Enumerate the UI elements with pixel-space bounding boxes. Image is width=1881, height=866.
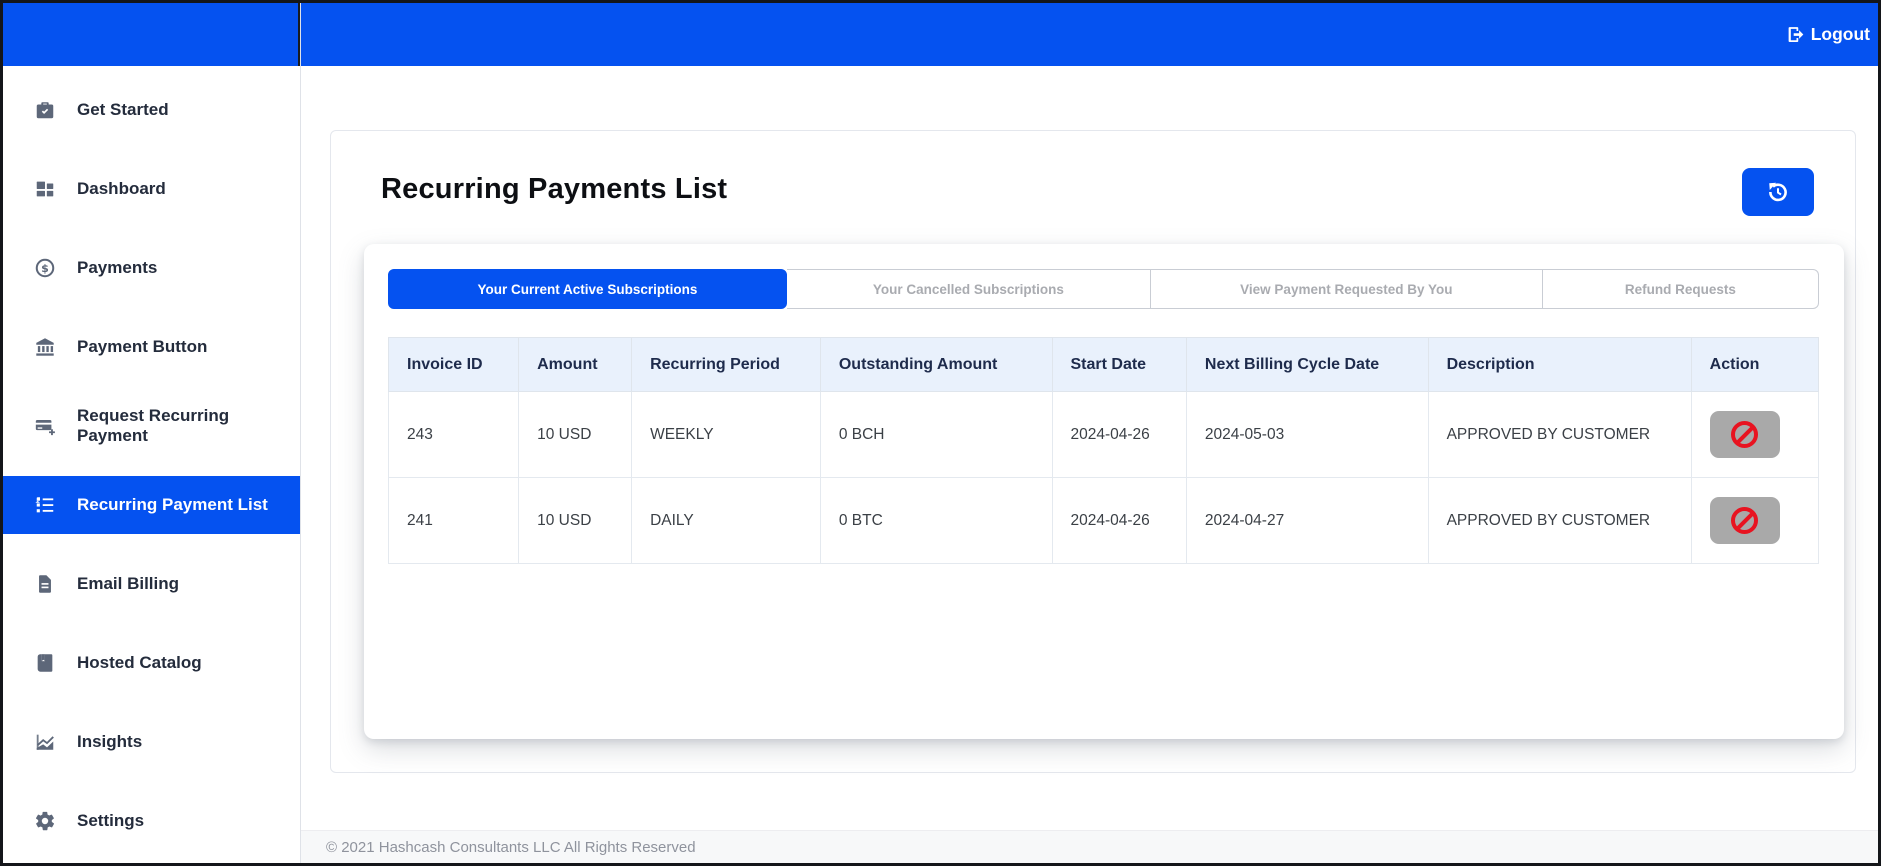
cell-invoice-id: 241 [387, 477, 520, 564]
bullet-list-icon [33, 493, 57, 517]
refresh-button[interactable] [1742, 168, 1814, 216]
sidebar-item-email-billing[interactable]: Email Billing [3, 555, 300, 613]
sidebar-item-get-started[interactable]: Get Started [3, 81, 300, 139]
tab-current-active-subscriptions[interactable]: Your Current Active Subscriptions [388, 269, 787, 309]
sidebar: Get Started Dashboard $ Payments Payment… [3, 3, 301, 863]
cell-recurring-period: DAILY [631, 477, 821, 564]
sidebar-item-insights[interactable]: Insights [3, 713, 300, 771]
sidebar-nav: Get Started Dashboard $ Payments Payment… [3, 66, 300, 850]
tab-bar: Your Current Active Subscriptions Your C… [388, 269, 1820, 309]
col-header-start-date: Start Date [1051, 337, 1187, 392]
logout-label: Logout [1810, 24, 1870, 44]
card-header: Recurring Payments List [331, 131, 1855, 244]
table-row: 241 10 USD DAILY 0 BTC 2024-04-26 2024-0… [387, 477, 1820, 564]
tab-cancelled-subscriptions[interactable]: Your Cancelled Subscriptions [786, 269, 1151, 309]
sidebar-item-label: Payments [77, 257, 158, 277]
col-header-amount: Amount [518, 337, 633, 392]
cell-recurring-period: WEEKLY [631, 391, 821, 478]
sidebar-item-label: Request Recurring Payment [77, 405, 230, 445]
cell-start-date: 2024-04-26 [1051, 391, 1187, 478]
recurring-payments-card: Recurring Payments List Your Current Act… [330, 130, 1856, 773]
cell-description: APPROVED BY CUSTOMER [1427, 477, 1692, 564]
sidebar-item-label: Hosted Catalog [77, 652, 202, 672]
cell-action [1690, 477, 1820, 564]
dashboard-grid-icon [33, 177, 57, 201]
sidebar-item-label: Get Started [77, 99, 169, 119]
table-header-row: Invoice ID Amount Recurring Period Outst… [387, 337, 1820, 392]
sign-out-icon [1786, 24, 1807, 45]
col-header-outstanding-amount: Outstanding Amount [819, 337, 1053, 392]
line-chart-icon [33, 730, 57, 754]
bank-icon [33, 335, 57, 359]
subscriptions-panel: Your Current Active Subscriptions Your C… [364, 244, 1844, 739]
dollar-circle-icon: $ [33, 256, 57, 280]
cell-start-date: 2024-04-26 [1051, 477, 1187, 564]
footer: © 2021 Hashcash Consultants LLC All Righ… [301, 830, 1878, 863]
tab-refund-requests[interactable]: Refund Requests [1542, 269, 1820, 309]
book-icon [33, 651, 57, 675]
sidebar-item-label: Recurring Payment List [77, 494, 268, 514]
sidebar-item-dashboard[interactable]: Dashboard [3, 160, 300, 218]
col-header-next-billing-cycle-date: Next Billing Cycle Date [1185, 337, 1429, 392]
sidebar-item-label: Email Billing [77, 573, 180, 593]
cell-outstanding-amount: 0 BCH [819, 391, 1053, 478]
subscriptions-table: Invoice ID Amount Recurring Period Outst… [387, 337, 1820, 564]
card-plus-icon [33, 414, 57, 438]
cell-action [1690, 391, 1820, 478]
cell-description: APPROVED BY CUSTOMER [1427, 391, 1692, 478]
col-header-recurring-period: Recurring Period [631, 337, 821, 392]
cell-outstanding-amount: 0 BTC [819, 477, 1053, 564]
cell-next-billing-cycle-date: 2024-05-03 [1185, 391, 1429, 478]
cancel-subscription-button[interactable] [1709, 411, 1780, 458]
briefcase-check-icon [33, 98, 57, 122]
no-entry-icon [1731, 421, 1759, 448]
sidebar-item-hosted-catalog[interactable]: Hosted Catalog [3, 634, 300, 692]
copyright-text: © 2021 Hashcash Consultants LLC All Righ… [326, 838, 696, 856]
sidebar-item-payment-button[interactable]: Payment Button [3, 318, 300, 376]
cell-amount: 10 USD [518, 477, 633, 564]
tab-view-payment-requested[interactable]: View Payment Requested By You [1150, 269, 1543, 309]
cell-next-billing-cycle-date: 2024-04-27 [1185, 477, 1429, 564]
logout-button[interactable]: Logout [1786, 24, 1870, 45]
history-refresh-icon [1766, 180, 1790, 204]
sidebar-item-label: Dashboard [77, 178, 166, 198]
col-header-action: Action [1690, 337, 1820, 392]
sidebar-item-label: Insights [77, 731, 143, 751]
col-header-invoice-id: Invoice ID [387, 337, 520, 392]
cancel-subscription-button[interactable] [1709, 497, 1780, 544]
page-title: Recurring Payments List [381, 173, 728, 205]
sidebar-item-label: Payment Button [77, 336, 208, 356]
sidebar-item-settings[interactable]: Settings [3, 792, 300, 850]
col-header-description: Description [1427, 337, 1692, 392]
svg-text:$: $ [41, 262, 49, 275]
main-content: Recurring Payments List Your Current Act… [301, 66, 1878, 863]
sidebar-item-payments[interactable]: $ Payments [3, 239, 300, 297]
no-entry-icon [1731, 507, 1759, 534]
gear-icon [33, 809, 57, 833]
cell-invoice-id: 243 [387, 391, 520, 478]
sidebar-item-request-recurring-payment[interactable]: Request Recurring Payment [3, 397, 300, 455]
sidebar-item-label: Settings [77, 810, 145, 830]
sidebar-logo-block [3, 3, 300, 66]
document-icon [33, 572, 57, 596]
table-row: 243 10 USD WEEKLY 0 BCH 2024-04-26 2024-… [387, 391, 1820, 478]
sidebar-item-recurring-payment-list[interactable]: Recurring Payment List [3, 476, 300, 534]
cell-amount: 10 USD [518, 391, 633, 478]
